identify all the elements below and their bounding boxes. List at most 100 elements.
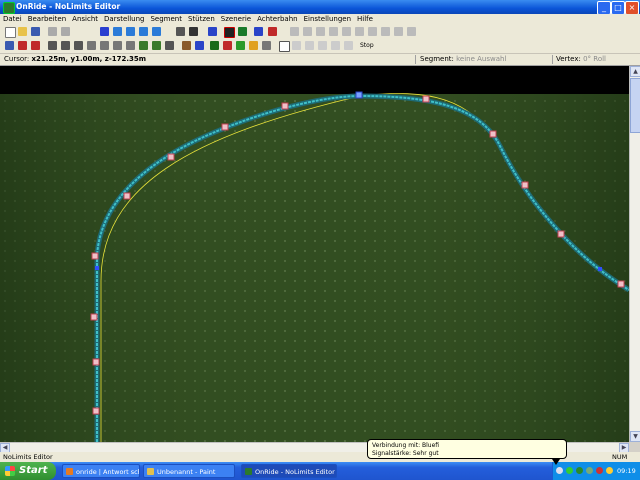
close-button[interactable]: × [625,1,639,15]
undo-icon[interactable] [48,27,57,36]
vertical-scroll-thumb[interactable] [630,78,640,133]
tray-red-icon[interactable] [596,467,603,474]
track-wave3-icon[interactable] [139,27,148,36]
maximize-button[interactable]: □ [611,1,625,15]
track-node[interactable] [281,102,289,110]
track-node[interactable] [422,95,430,103]
bank2-icon[interactable] [394,27,403,36]
rotate-icon[interactable] [329,27,338,36]
text-tool3-icon[interactable] [318,41,327,50]
track-node[interactable] [489,130,497,138]
roll-left-icon[interactable] [342,27,351,36]
track-node[interactable] [91,252,99,260]
tray-antivirus-icon[interactable] [576,467,583,474]
tool-grid-icon[interactable] [195,41,204,50]
menu-szenerie[interactable]: Szenerie [218,14,254,25]
align-center-icon[interactable] [303,27,312,36]
equal-icon[interactable] [189,27,198,36]
task-paint[interactable]: Unbenannt - Paint [143,464,235,478]
tool-red-icon[interactable] [223,41,232,50]
align-right-icon[interactable] [316,27,325,36]
track-wave2-icon[interactable] [126,27,135,36]
menu-einstellungen[interactable]: Einstellungen [301,14,354,25]
start-button[interactable]: Start [0,462,56,480]
tray-network-icon[interactable] [556,467,563,474]
tool-yellow-icon[interactable] [249,41,258,50]
text-tool4-icon[interactable] [331,41,340,50]
menu-darstellung[interactable]: Darstellung [101,14,147,25]
tool-gray-icon[interactable] [262,41,271,50]
menu-achterbahn[interactable]: Achterbahn [254,14,301,25]
save-icon[interactable] [31,27,40,36]
red-cross-icon[interactable] [268,27,277,36]
menu-stuetzen[interactable]: Stützen [185,14,218,25]
track-canvas[interactable] [0,66,629,442]
track-node[interactable] [90,313,98,321]
tray-wifi-icon[interactable] [586,467,593,474]
tool-pillar2-icon[interactable] [100,41,109,50]
tool-track-icon[interactable] [5,41,14,50]
track-node[interactable] [167,153,175,161]
task-nolimits[interactable]: OnRide - NoLimits Editor [241,464,337,478]
tool-tree-icon[interactable] [139,41,148,50]
menu-datei[interactable]: Datei [0,14,25,25]
tool-cylinder-icon[interactable] [113,41,122,50]
tool-junction-icon[interactable] [18,41,27,50]
menu-ansicht[interactable]: Ansicht [69,14,101,25]
tool-brush-icon[interactable] [61,41,70,50]
track-node[interactable] [557,230,565,238]
open-folder-icon[interactable] [18,27,27,36]
roll-reset-icon[interactable] [368,27,377,36]
balloon-tail [552,459,560,465]
tool-leaf-icon[interactable] [210,41,219,50]
move-cross-icon[interactable] [176,27,185,36]
tool-eraser-icon[interactable] [74,41,83,50]
tool-measure-icon[interactable] [165,41,174,50]
bank-icon[interactable] [381,27,390,36]
scroll-up-icon[interactable]: ▲ [630,66,640,77]
track-node[interactable] [92,358,100,366]
minimize-button[interactable]: _ [597,1,611,15]
green-box-icon[interactable] [238,27,247,36]
menu-segment[interactable]: Segment [147,14,185,25]
bank3-icon[interactable] [407,27,416,36]
task-firefox[interactable]: onride | Antwort schr... [62,464,140,478]
tool-pencil-icon[interactable] [48,41,57,50]
track-wave4-icon[interactable] [152,27,161,36]
vertical-scrollbar[interactable]: ▲ ▼ [629,66,640,442]
wifi-notification-balloon[interactable]: Verbindung mit: Bluefi Signalstärke: Seh… [367,439,567,465]
roll-right-icon[interactable] [355,27,364,36]
scroll-down-icon[interactable]: ▼ [630,431,640,442]
firefox-icon [66,468,73,475]
triangle-icon[interactable] [254,27,263,36]
tool-green-icon[interactable] [236,41,245,50]
tray-green-icon[interactable] [566,467,573,474]
track-node[interactable] [521,181,529,189]
tool-support-icon[interactable] [182,41,191,50]
tool-sphere-icon[interactable] [126,41,135,50]
text-tool1-icon[interactable] [292,41,301,50]
align-left-icon[interactable] [290,27,299,36]
track-node[interactable] [92,407,100,415]
red-black-icon[interactable] [224,27,235,38]
stop-button[interactable]: Stop [360,41,374,50]
track-wave-icon[interactable] [113,27,122,36]
text-tool2-icon[interactable] [305,41,314,50]
editor-viewport[interactable] [0,66,629,442]
menu-bearbeiten[interactable]: Bearbeiten [25,14,69,25]
tool-flag-icon[interactable] [31,41,40,50]
pointer-icon[interactable] [279,41,290,52]
track-vertical-icon[interactable] [100,27,109,36]
tool-pillar-icon[interactable] [87,41,96,50]
track-node[interactable] [617,280,625,288]
selected-node[interactable] [355,91,363,99]
menu-hilfe[interactable]: Hilfe [354,14,376,25]
track-node[interactable] [221,123,229,131]
text-tool5-icon[interactable] [344,41,353,50]
redo-icon[interactable] [61,27,70,36]
track-node[interactable] [123,192,131,200]
grid-blue-icon[interactable] [208,27,217,36]
tool-terrain-icon[interactable] [152,41,161,50]
new-file-icon[interactable] [5,27,16,38]
tray-speaker-icon[interactable] [606,467,613,474]
